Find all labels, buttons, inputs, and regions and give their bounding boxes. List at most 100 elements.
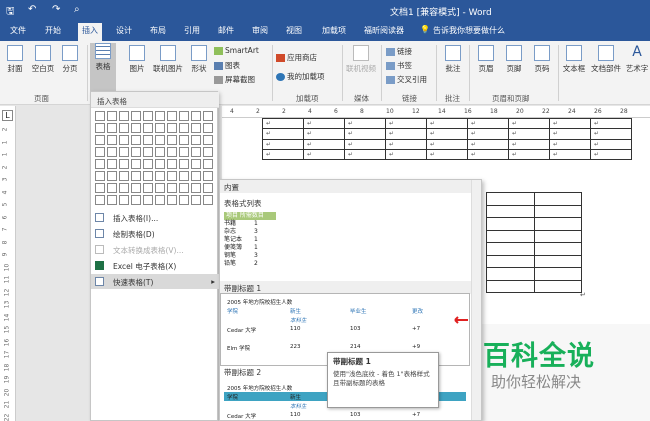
table-cell[interactable]: ↵ (590, 148, 632, 161)
table-cell[interactable] (533, 254, 582, 268)
table-cell[interactable]: ↵ (508, 138, 550, 150)
grid-cell[interactable] (131, 159, 141, 169)
tab-review[interactable]: 审阅 (252, 25, 268, 36)
grid-cell[interactable] (191, 111, 201, 121)
grid-cell[interactable] (179, 147, 189, 157)
grid-cell[interactable] (179, 111, 189, 121)
table-cell[interactable]: ↵ (385, 138, 427, 150)
grid-cell[interactable] (119, 159, 129, 169)
table-cell[interactable]: ↵ (467, 138, 509, 150)
table-button[interactable]: 表格 (90, 43, 116, 91)
table-cell[interactable]: ↵ (590, 138, 632, 150)
table-cell[interactable]: ↵ (344, 148, 386, 161)
grid-cell[interactable] (107, 123, 117, 133)
table-cell[interactable] (533, 192, 582, 206)
table-cell[interactable]: ↵ (303, 148, 345, 161)
grid-cell[interactable] (167, 183, 177, 193)
table-cell[interactable]: ↵ (385, 148, 427, 161)
grid-cell[interactable] (95, 159, 105, 169)
table-cell[interactable]: ↵ (508, 128, 550, 140)
tabular-list-thumbnail[interactable]: 项目 所需数目 书籍 1 杂志 3 笔记本 1 便笺簿 1 钢笔 3 铅笔 2 (224, 212, 276, 272)
tab-foxit[interactable]: 福昕阅读器 (364, 25, 404, 36)
tab-references[interactable]: 引用 (184, 25, 200, 36)
grid-cell[interactable] (155, 159, 165, 169)
grid-cell[interactable] (119, 111, 129, 121)
screenshot-button[interactable]: 屏幕截图 (214, 74, 255, 85)
grid-cell[interactable] (107, 171, 117, 181)
link-button[interactable]: 链接 (386, 46, 412, 57)
table-cell[interactable]: ↵ (590, 117, 632, 130)
grid-cell[interactable] (191, 171, 201, 181)
grid-cell[interactable] (143, 171, 153, 181)
table-cell[interactable]: ↵ (303, 117, 345, 130)
tab-file[interactable]: 文件 (10, 25, 26, 36)
table-cell[interactable]: ↵ (467, 128, 509, 140)
table-cell[interactable]: ↵ (549, 138, 591, 150)
table-cell[interactable]: ↵ (508, 117, 550, 130)
grid-cell[interactable] (167, 147, 177, 157)
grid-cell[interactable] (179, 171, 189, 181)
grid-cell[interactable] (143, 159, 153, 169)
table-cell[interactable] (486, 242, 535, 256)
table-cell[interactable] (533, 229, 582, 243)
grid-cell[interactable] (191, 123, 201, 133)
table-cell[interactable]: ↵ (426, 148, 468, 161)
tell-me-icon[interactable]: 💡 (420, 25, 430, 34)
table-cell[interactable]: ↵ (467, 148, 509, 161)
grid-cell[interactable] (95, 147, 105, 157)
grid-cell[interactable] (155, 135, 165, 145)
crossref-button[interactable]: 交叉引用 (386, 74, 427, 85)
grid-cell[interactable] (131, 123, 141, 133)
tab-layout[interactable]: 布局 (150, 25, 166, 36)
grid-cell[interactable] (95, 111, 105, 121)
blank-page-button[interactable]: 空白页 (30, 45, 56, 74)
table-cell[interactable]: ↵ (549, 117, 591, 130)
table-cell[interactable]: ↵ (262, 148, 304, 161)
grid-cell[interactable] (131, 195, 141, 205)
smartart-button[interactable]: SmartArt (214, 46, 259, 55)
table-cell[interactable]: ↵ (303, 128, 345, 140)
chart-button[interactable]: 图表 (214, 60, 240, 71)
grid-cell[interactable] (155, 123, 165, 133)
grid-cell[interactable] (107, 195, 117, 205)
undo-icon[interactable]: ↶ (28, 4, 36, 15)
grid-cell[interactable] (155, 147, 165, 157)
grid-cell[interactable] (179, 159, 189, 169)
grid-cell[interactable] (143, 147, 153, 157)
grid-cell[interactable] (107, 135, 117, 145)
table-cell[interactable] (533, 242, 582, 256)
table-cell[interactable]: ↵ (262, 128, 304, 140)
grid-cell[interactable] (107, 183, 117, 193)
grid-cell[interactable] (143, 111, 153, 121)
menu-draw-table[interactable]: 绘制表格(D) (91, 226, 219, 241)
grid-cell[interactable] (167, 159, 177, 169)
menu-insert-table[interactable]: 插入表格(I)... (91, 210, 219, 225)
header-button[interactable]: 页眉 (474, 45, 498, 74)
tab-insert[interactable]: 插入 (78, 23, 102, 41)
my-addins-button[interactable]: 我的加载项 (276, 71, 325, 82)
grid-cell[interactable] (119, 123, 129, 133)
grid-cell[interactable] (131, 171, 141, 181)
table-cell[interactable] (533, 279, 582, 293)
table-cell[interactable]: ↵ (385, 128, 427, 140)
table-cell[interactable]: ↵ (549, 148, 591, 161)
grid-cell[interactable] (179, 123, 189, 133)
wordart-button[interactable]: A 艺术字 (624, 45, 650, 74)
grid-cell[interactable] (191, 183, 201, 193)
grid-cell[interactable] (191, 195, 201, 205)
table-cell[interactable]: ↵ (426, 138, 468, 150)
save-icon[interactable]: 🖫 (6, 4, 15, 21)
menu-text-to-table[interactable]: 文本转换成表格(V)... (91, 242, 219, 257)
table-cell[interactable]: ↵ (426, 117, 468, 130)
table-cell[interactable]: ↵ (344, 138, 386, 150)
grid-cell[interactable] (167, 135, 177, 145)
redo-icon[interactable]: ↷ (52, 4, 60, 15)
docparts-button[interactable]: 文档部件 (590, 45, 622, 74)
table-cell[interactable]: ↵ (549, 128, 591, 140)
grid-cell[interactable] (203, 135, 213, 145)
menu-excel-spreadsheet[interactable]: Excel 电子表格(X) (91, 258, 219, 273)
grid-cell[interactable] (203, 183, 213, 193)
table-cell[interactable] (533, 217, 582, 231)
table-cell[interactable]: ↵ (344, 128, 386, 140)
table-cell[interactable]: ↵ (344, 117, 386, 130)
